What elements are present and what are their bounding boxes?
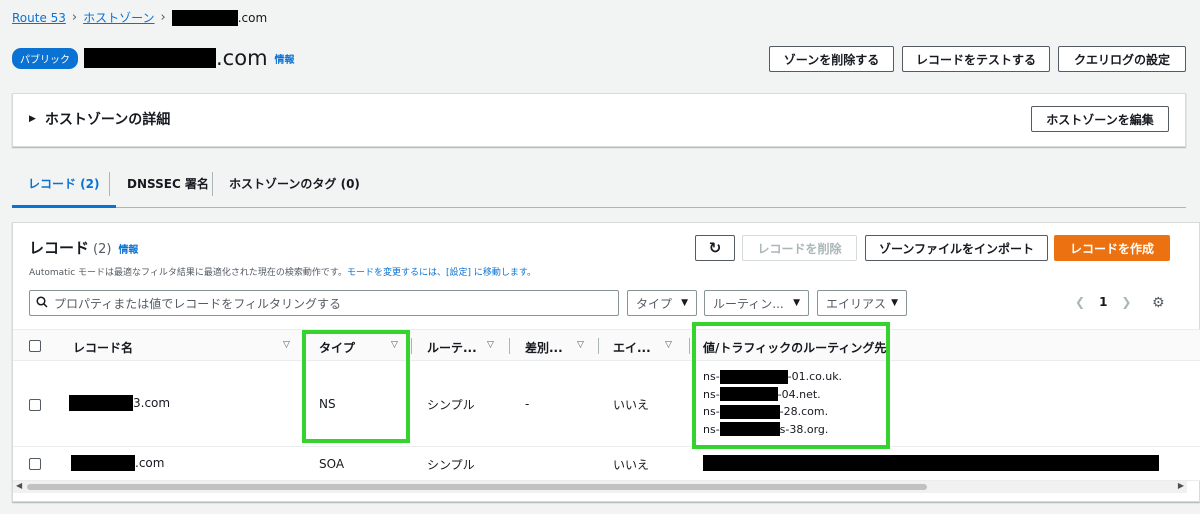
records-info-link[interactable]: 情報 bbox=[118, 241, 138, 256]
search-icon bbox=[36, 295, 48, 311]
details-title: ホストゾーンの詳細 bbox=[44, 112, 171, 128]
record-name-suffix: 3.com bbox=[133, 396, 171, 410]
column-separator[interactable] bbox=[689, 338, 690, 354]
breadcrumb-hosted-zones[interactable]: ホストゾーン bbox=[83, 9, 154, 26]
record-type: SOA bbox=[319, 457, 345, 471]
delete-zone-button[interactable]: ゾーンを削除する bbox=[769, 46, 894, 72]
info-link[interactable]: 情報 bbox=[275, 51, 295, 66]
record-name: 3.com bbox=[69, 395, 170, 411]
caret-right-icon: ▶ bbox=[29, 114, 36, 124]
type-filter-dropdown[interactable]: タイプ ▼ bbox=[627, 290, 697, 316]
page-title: .com bbox=[84, 46, 268, 70]
sort-icon[interactable]: ▽ bbox=[577, 340, 584, 350]
record-routing: シンプル bbox=[427, 398, 475, 412]
caret-down-icon: ▼ bbox=[891, 298, 898, 308]
record-routing: シンプル bbox=[427, 458, 475, 472]
tab-divider bbox=[212, 172, 213, 196]
record-alias: いいえ bbox=[613, 458, 650, 472]
alias-filter-label: エイリアス bbox=[826, 296, 887, 311]
highlight-box-value bbox=[692, 322, 890, 449]
row-checkbox[interactable] bbox=[29, 399, 41, 411]
column-header-routing[interactable]: ルーテ... bbox=[427, 339, 477, 356]
create-record-button[interactable]: レコードを作成 bbox=[1054, 235, 1170, 261]
settings-link[interactable]: モードを変更するには、[設定] に移動します。 bbox=[347, 268, 536, 278]
breadcrumb-current: .com bbox=[171, 9, 268, 26]
refresh-button[interactable]: ↻ bbox=[695, 235, 735, 261]
search-placeholder: プロパティまたは値でレコードをフィルタリングする bbox=[54, 296, 342, 311]
type-filter-label: タイプ bbox=[636, 296, 673, 311]
import-zone-file-button[interactable]: ゾーンファイルをインポート bbox=[865, 235, 1048, 261]
redacted-block bbox=[71, 455, 135, 471]
current-page[interactable]: 1 bbox=[1099, 295, 1107, 309]
redacted-block bbox=[84, 48, 216, 68]
records-count: (2) bbox=[93, 242, 112, 257]
tab-dnssec[interactable]: DNSSEC 署名 bbox=[127, 176, 209, 208]
scroll-left-icon[interactable]: ◀ bbox=[16, 481, 22, 490]
next-page-icon[interactable]: ❯ bbox=[1121, 295, 1131, 309]
edit-hosted-zone-button[interactable]: ホストゾーンを編集 bbox=[1031, 106, 1169, 132]
records-panel: レコード (2) 情報 Automatic モードは最適なフィルタ結果に最適化さ… bbox=[12, 222, 1200, 502]
search-input[interactable]: プロパティまたは値でレコードをフィルタリングする bbox=[29, 290, 619, 316]
horizontal-scrollbar[interactable]: ◀ ▶ bbox=[13, 481, 1187, 493]
chevron-right-icon: › bbox=[71, 10, 78, 25]
column-separator[interactable] bbox=[598, 338, 599, 354]
refresh-icon: ↻ bbox=[708, 239, 722, 257]
sort-icon[interactable]: ▽ bbox=[487, 340, 494, 350]
public-badge: パブリック bbox=[12, 47, 78, 69]
delete-record-button[interactable]: レコードを削除 bbox=[742, 235, 857, 261]
column-header-name[interactable]: レコード名 bbox=[73, 339, 133, 356]
records-description: Automatic モードは最適なフィルタ結果に最適化された現在の検索動作です。… bbox=[29, 265, 536, 278]
tab-tags[interactable]: ホストゾーンのタグ (0) bbox=[229, 176, 360, 208]
records-heading: レコード (2) 情報 bbox=[29, 237, 138, 258]
record-diff: - bbox=[525, 397, 530, 411]
records-description-text: Automatic モードは最適なフィルタ結果に最適化された現在の検索動作です。 bbox=[29, 268, 347, 278]
record-name-suffix: .com bbox=[135, 456, 165, 470]
redacted-block bbox=[69, 395, 133, 411]
select-all-checkbox[interactable] bbox=[29, 340, 41, 352]
records-title: レコード bbox=[29, 239, 90, 257]
chevron-right-icon: › bbox=[160, 10, 166, 25]
caret-down-icon: ▼ bbox=[793, 298, 800, 308]
test-record-button[interactable]: レコードをテストする bbox=[902, 46, 1050, 72]
redacted-block bbox=[703, 455, 1159, 471]
breadcrumb-route53[interactable]: Route 53 bbox=[12, 11, 66, 25]
breadcrumb-current-suffix: .com bbox=[237, 10, 268, 25]
caret-down-icon: ▼ bbox=[681, 298, 688, 308]
tab-divider bbox=[109, 172, 110, 196]
alias-filter-dropdown[interactable]: エイリアス ▼ bbox=[817, 290, 907, 316]
routing-filter-dropdown[interactable]: ルーティン... ▼ bbox=[704, 290, 809, 316]
highlight-box-type bbox=[302, 330, 410, 443]
table-header: レコード名 ▽ タイプ ▽ ルーテ... ▽ 差別... ▽ エイ... ▽ 値… bbox=[13, 329, 1200, 361]
page-header: パブリック .com 情報 bbox=[12, 46, 295, 70]
sort-icon[interactable]: ▽ bbox=[283, 340, 290, 350]
column-header-diff[interactable]: 差別... bbox=[525, 339, 563, 356]
prev-page-icon[interactable]: ❮ bbox=[1075, 295, 1085, 309]
hosted-zone-details-panel: ▶ ホストゾーンの詳細 ホストゾーンを編集 bbox=[12, 93, 1186, 147]
record-alias: いいえ bbox=[613, 398, 650, 412]
gear-icon[interactable]: ⚙ bbox=[1152, 295, 1165, 311]
table-row[interactable]: .com SOA シンプル いいえ bbox=[13, 447, 1200, 481]
breadcrumb: Route 53 › ホストゾーン › .com bbox=[12, 9, 267, 26]
details-toggle[interactable]: ▶ ホストゾーンの詳細 bbox=[29, 109, 170, 129]
scroll-right-icon[interactable]: ▶ bbox=[1178, 481, 1184, 490]
column-separator[interactable] bbox=[411, 338, 412, 354]
column-header-alias[interactable]: エイ... bbox=[613, 339, 651, 356]
pagination: ❮ 1 ❯ bbox=[1075, 295, 1131, 309]
table-row[interactable]: 3.com NS シンプル - いいえ ns- -01.co.uk. ns- -04… bbox=[13, 361, 1200, 447]
redacted-block bbox=[171, 9, 238, 26]
sort-icon[interactable]: ▽ bbox=[665, 340, 672, 350]
row-checkbox[interactable] bbox=[29, 458, 41, 470]
query-log-button[interactable]: クエリログの設定 bbox=[1058, 46, 1186, 72]
page-title-suffix: .com bbox=[216, 46, 268, 70]
scrollbar-thumb[interactable] bbox=[27, 484, 927, 490]
tab-records[interactable]: レコード (2) bbox=[12, 176, 116, 208]
tab-bar: レコード (2) DNSSEC 署名 ホストゾーンのタグ (0) bbox=[12, 168, 1186, 208]
record-name: .com bbox=[71, 455, 164, 471]
column-separator[interactable] bbox=[509, 338, 510, 354]
routing-filter-label: ルーティン... bbox=[713, 296, 784, 311]
